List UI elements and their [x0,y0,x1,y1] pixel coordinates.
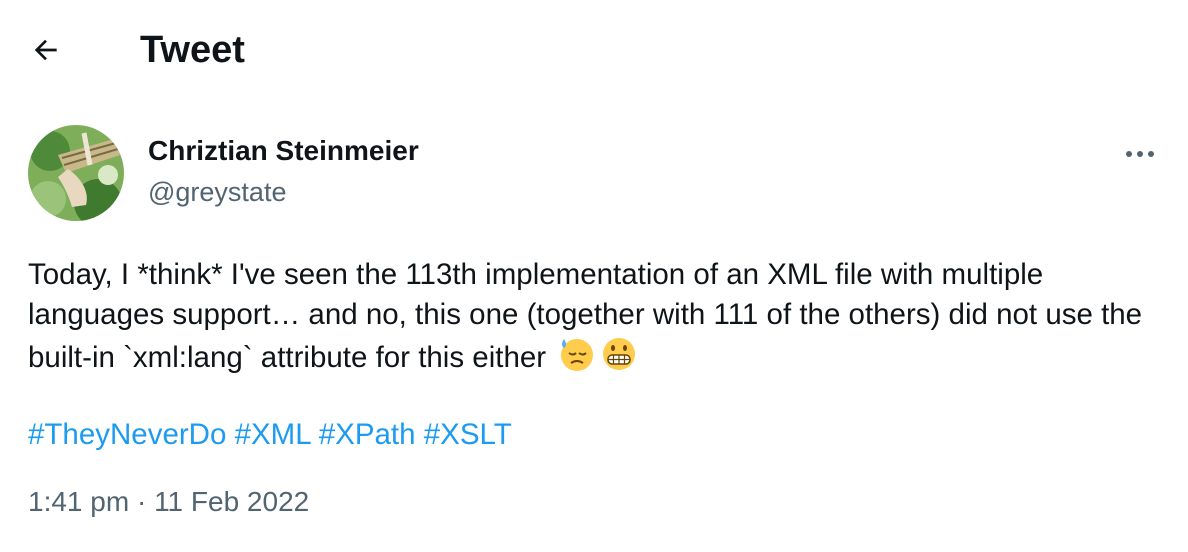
author-name[interactable]: Chriztian Steinmeier [148,134,419,168]
tweet-metadata: 1:41 pm · 11 Feb 2022 [28,484,309,520]
hashtag-link[interactable]: #XSLT [424,418,512,451]
hashtag-link[interactable]: #XML [235,418,311,451]
ellipsis-icon [1126,151,1154,157]
avatar[interactable] [28,125,124,221]
arrow-left-icon [34,39,57,61]
avatar-photo-icon [28,125,124,221]
author-handle[interactable]: @greystate [148,175,286,209]
page-title: Tweet [140,29,245,71]
hashtag-list: #TheyNeverDo #XML #XPath #XSLT [28,415,512,455]
page-header: Tweet [0,0,1188,100]
back-button[interactable] [26,30,66,70]
downcast-face-with-sweat-emoji-icon [558,335,596,373]
tweet-time[interactable]: 1:41 pm [28,486,129,517]
grimacing-face-emoji-icon [600,335,638,373]
hashtag-link[interactable]: #TheyNeverDo [28,418,226,451]
tweet-text: Today, I *think* I've seen the 113th imp… [28,255,1168,378]
more-options-button[interactable] [1118,138,1162,170]
tweet-date[interactable]: 11 Feb 2022 [154,486,309,517]
hashtag-link[interactable]: #XPath [319,418,416,451]
meta-separator: · [136,486,147,517]
